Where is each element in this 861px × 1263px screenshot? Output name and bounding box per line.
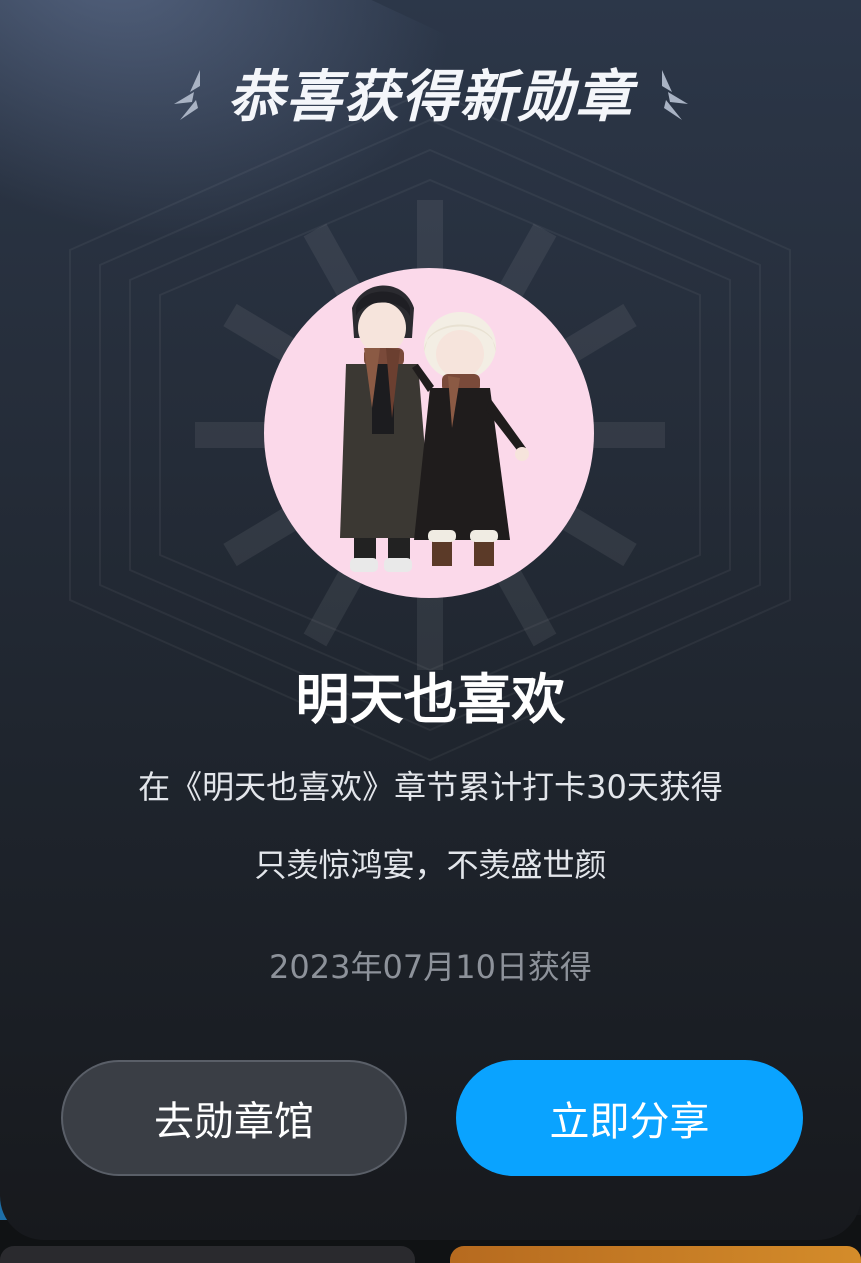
badge-quote: 只羡惊鸿宴，不羡盛世颜 (254, 846, 607, 884)
title-left-decoration-icon (173, 70, 200, 120)
badge-name: 明天也喜欢 (295, 668, 566, 731)
go-to-badge-gallery-button[interactable]: 去勋章馆 (61, 1060, 407, 1176)
earned-date: 2023年07月10日获得 (269, 948, 592, 986)
title-row: 恭喜获得新勋章 (0, 52, 861, 132)
background-card-right (450, 1246, 861, 1263)
badge-illustration (340, 285, 529, 572)
share-now-button[interactable]: 立即分享 (456, 1060, 803, 1176)
background-card-left (0, 1246, 415, 1263)
modal-title: 恭喜获得新勋章 (227, 64, 634, 130)
title-right-decoration-icon (661, 70, 688, 120)
badge-image (264, 268, 594, 598)
badge-award-modal: 恭喜获得新勋章 明天也喜欢 在《明天也喜欢》章节累计打卡30天获得 只羡惊鸿宴，… (0, 0, 861, 1240)
badge-circle (264, 268, 594, 598)
badge-description: 在《明天也喜欢》章节累计打卡30天获得 (138, 768, 723, 806)
character-right (412, 312, 529, 566)
